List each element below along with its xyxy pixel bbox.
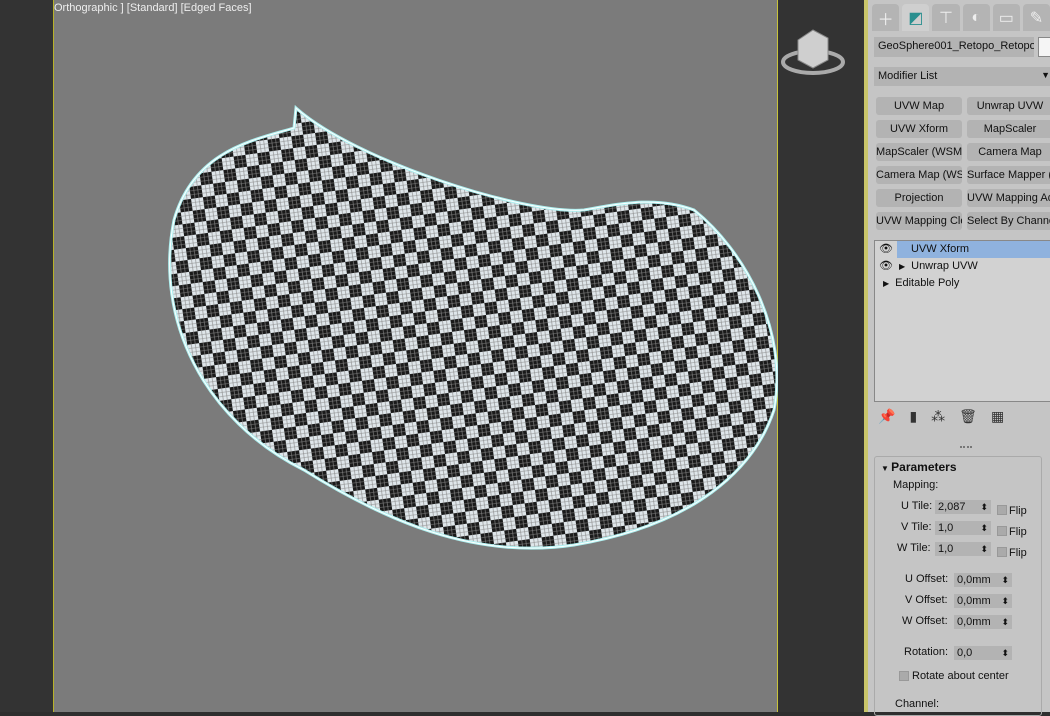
stack-item-label: Unwrap UVW (911, 260, 978, 272)
v-offset-spinner[interactable]: 0,0mm (954, 594, 1012, 608)
monitor-icon: ▭ (998, 9, 1014, 27)
expand-arrow-icon[interactable]: ▶ (883, 279, 889, 288)
rotate-center-checkbox[interactable] (899, 671, 909, 681)
flip-label: Flip (1009, 505, 1027, 517)
trash-icon[interactable]: 🗑 (959, 408, 977, 425)
modifier-button[interactable]: Select By Channel (967, 212, 1050, 230)
right-dark-strip (778, 0, 864, 712)
stack-item-label: UVW Xform (910, 243, 970, 255)
modifier-button[interactable]: Camera Map (967, 143, 1050, 161)
v-offset-label: V Offset: (905, 594, 948, 606)
stack-toolbar: 📌 ▮ ⁂ 🗑 ▦ (878, 408, 1004, 425)
parameters-rollout: ▼ Parameters Mapping: U Tile: 2,087 Flip… (874, 456, 1042, 716)
rotate-center-label: Rotate about center (912, 670, 1009, 682)
wrench-icon: ✎ (1029, 9, 1044, 27)
tab-motion[interactable]: ◐ (962, 4, 990, 31)
modifier-list-label: Modifier List (878, 70, 938, 82)
viewport[interactable]: Orthographic ] [Standard] [Edged Faces] (53, 0, 779, 712)
motion-icon: ◐ (971, 8, 981, 26)
w-tile-label: W Tile: (897, 542, 931, 554)
stack-item-label: Editable Poly (895, 277, 960, 289)
object-name-field[interactable]: GeoSphere001_Retopo_Retopo (874, 37, 1034, 57)
u-tile-spinner[interactable]: 2,087 (935, 500, 991, 514)
modify-icon: ◩ (908, 9, 924, 27)
tab-utilities[interactable]: ✎ (1022, 4, 1050, 31)
hierarchy-icon: ⊤ (938, 9, 953, 27)
eye-icon[interactable]: 👁 (879, 243, 893, 255)
u-flip-checkbox[interactable] (997, 505, 1007, 515)
channel-label: Channel: (895, 698, 940, 710)
left-dark-strip (0, 0, 53, 712)
modifier-button[interactable]: MapScaler (967, 120, 1050, 138)
mapping-label: Mapping: (893, 479, 939, 491)
stack-item-editable-poly[interactable]: ▶ Editable Poly (875, 275, 1050, 292)
tab-display[interactable]: ▭ (992, 4, 1020, 31)
plus-icon: ＋ (877, 11, 894, 29)
viewcube-icon[interactable] (778, 0, 864, 90)
tab-modify[interactable]: ◩ (902, 4, 930, 31)
tab-hierarchy[interactable]: ⊤ (932, 4, 960, 31)
modifier-button[interactable]: UVW Mapping Add (967, 189, 1050, 207)
show-end-result-icon[interactable]: ▮ (909, 408, 917, 425)
modifier-button[interactable]: MapScaler (WSM) (876, 143, 962, 161)
modifier-button[interactable]: Camera Map (WSM) (876, 166, 962, 184)
expand-arrow-icon[interactable]: ▶ (899, 262, 905, 271)
modifier-stack: 👁 UVW Xform 👁 ▶ Unwrap UVW ▶ Editable Poly (874, 240, 1050, 402)
object-color-swatch[interactable] (1038, 37, 1050, 57)
configure-sets-icon[interactable]: ▦ (991, 408, 1004, 425)
tab-create[interactable]: ＋ (872, 4, 900, 31)
flip-label: Flip (1009, 526, 1027, 538)
chevron-down-icon: ▼ (1041, 70, 1050, 80)
u-offset-spinner[interactable]: 0,0mm (954, 573, 1012, 587)
w-offset-spinner[interactable]: 0,0mm (954, 615, 1012, 629)
modifier-button[interactable]: UVW Xform (876, 120, 962, 138)
rotation-spinner[interactable]: 0,0 (954, 646, 1012, 660)
w-flip-checkbox[interactable] (997, 547, 1007, 557)
stack-item-unwrap-uvw[interactable]: 👁 ▶ Unwrap UVW (875, 258, 1050, 275)
checker-mesh[interactable] (54, 0, 779, 712)
eye-icon[interactable]: 👁 (879, 260, 893, 272)
rotation-label: Rotation: (904, 646, 949, 658)
command-panel: ＋ ◩ ⊤ ◐ ▭ ✎ GeoSphere001_Retopo_Retopo M… (868, 0, 1050, 716)
modifier-button[interactable]: Projection (876, 189, 962, 207)
resize-grip[interactable] (960, 446, 972, 448)
modifier-button[interactable]: UVW Mapping Clear (876, 212, 962, 230)
modifier-buttons: UVW Map Unwrap UVW UVW Xform MapScaler M… (876, 97, 1050, 230)
v-flip-checkbox[interactable] (997, 526, 1007, 536)
modifier-button[interactable]: Surface Mapper (WSM) (967, 166, 1050, 184)
v-tile-spinner[interactable]: 1,0 (935, 521, 991, 535)
stack-item-uvw-xform[interactable]: 👁 UVW Xform (875, 241, 1050, 258)
modifier-list-dropdown[interactable]: Modifier List ▼ (874, 67, 1050, 86)
v-tile-label: V Tile: (901, 521, 932, 533)
make-unique-icon[interactable]: ⁂ (931, 408, 945, 425)
rollout-title[interactable]: ▼ Parameters (881, 460, 957, 474)
w-offset-label: W Offset: (902, 615, 948, 627)
flip-label: Flip (1009, 547, 1027, 559)
modifier-button[interactable]: Unwrap UVW (967, 97, 1050, 115)
modifier-button[interactable]: UVW Map (876, 97, 962, 115)
w-tile-spinner[interactable]: 1,0 (935, 542, 991, 556)
u-tile-label: U Tile: (901, 500, 933, 512)
u-offset-label: U Offset: (905, 573, 949, 585)
pin-stack-icon[interactable]: 📌 (878, 408, 895, 425)
